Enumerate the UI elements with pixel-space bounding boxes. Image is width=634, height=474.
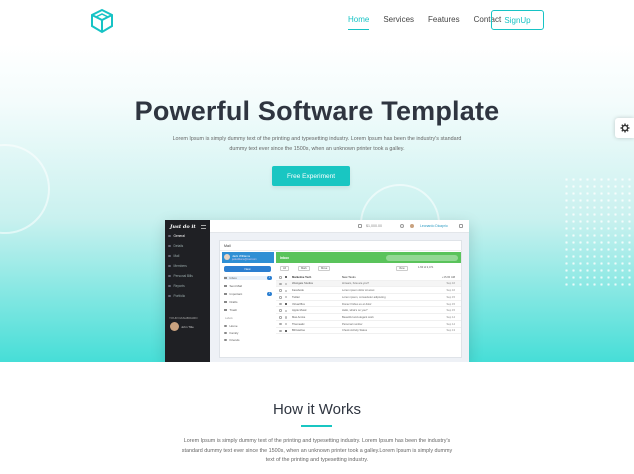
avatar bbox=[170, 322, 179, 331]
mockup-topbar: $1,000.00 Leonardo Dicaprio bbox=[210, 220, 469, 233]
table-row: Westgate Studios Hi team, how are you? Sep… bbox=[276, 280, 461, 288]
how-it-works-text: Lorem Ipsum is simply dummy text of the … bbox=[181, 438, 453, 464]
gear-icon bbox=[620, 123, 629, 133]
nav-services[interactable]: Services bbox=[383, 15, 414, 24]
decor-circle bbox=[0, 144, 50, 234]
nav-features[interactable]: Features bbox=[428, 15, 460, 24]
mockup-pagination: 1-50 of 2,471 bbox=[418, 266, 434, 269]
mockup-toolbar-view: View bbox=[396, 266, 408, 271]
power-icon bbox=[459, 224, 463, 228]
settings-toggle-button[interactable] bbox=[615, 118, 634, 138]
mockup-sidebar-item: Reports bbox=[168, 284, 185, 288]
mockup-sidebar-section: YOUR DASHBOARD bbox=[169, 316, 198, 320]
mockup-sidebar-user: John Title bbox=[181, 325, 194, 329]
avatar bbox=[410, 224, 414, 228]
top-navbar: Home Services Features Contact SignUp bbox=[0, 0, 634, 44]
table-row: Max Amine Beautiful and elegant work Sep 1… bbox=[276, 314, 461, 321]
mockup-mail-window: Mail Jack Williams jackwilliams@mail.com… bbox=[219, 240, 463, 358]
wallet-icon bbox=[358, 224, 362, 228]
mockup-brand: Just do it bbox=[170, 224, 196, 230]
hero-section: Powerful Software Template Lorem Ipsum i… bbox=[0, 44, 634, 362]
mockup-mail-folders: Jack Williams jackwilliams@mail.com New … bbox=[222, 252, 274, 357]
mockup-profile-email: jackwilliams@mail.com bbox=[232, 258, 257, 261]
signup-button[interactable]: SignUp bbox=[491, 10, 544, 30]
nav-home[interactable]: Home bbox=[348, 15, 370, 30]
mockup-profile: Jack Williams jackwilliams@mail.com bbox=[222, 252, 274, 263]
mockup-label: Friends bbox=[224, 338, 272, 342]
mockup-inbox: Inbox All Mark Move View 1-50 of 2,471 M… bbox=[276, 252, 461, 357]
table-row: Twitter Lorem ipsum, consectetur adipisci… bbox=[276, 294, 461, 301]
mockup-user-name: Leonardo Dicaprio bbox=[420, 224, 448, 228]
table-row: Bill Harrise Check Activity Status Sep 13 bbox=[276, 328, 461, 335]
table-row: Apple Music Hello, what's on you? Sep 15 bbox=[276, 307, 461, 315]
mockup-inbox-title: Inbox bbox=[280, 255, 290, 260]
table-row: Marketive Tech New Tasks +15.00 AM bbox=[276, 274, 461, 281]
table-row: Themeatic Personal number Sep 14 bbox=[276, 321, 461, 328]
mockup-labels-title: Labels bbox=[225, 317, 233, 320]
table-row: Virtual Box Donec finibus ex et dolor Sep … bbox=[276, 301, 461, 308]
mockup-folder: Inbox 3 bbox=[224, 276, 272, 280]
mockup-folder: Important 3 bbox=[224, 292, 272, 296]
cube-logo-icon[interactable] bbox=[90, 8, 114, 34]
mockup-mail-table: Marketive Tech New Tasks +15.00 AM Westgat… bbox=[276, 274, 461, 335]
hero-title: Powerful Software Template bbox=[134, 96, 500, 126]
section-underline bbox=[301, 425, 332, 427]
hero-subtitle: Lorem Ipsum is simply dummy text of the … bbox=[172, 136, 462, 152]
mockup-sidebar: Just do it General Details Mail Members … bbox=[165, 220, 210, 362]
hamburger-icon bbox=[201, 225, 206, 229]
table-row: Facebook Lorem ipsum dolor sit amet Sep 16 bbox=[276, 287, 461, 295]
mockup-toolbar-mark: Mark bbox=[298, 266, 310, 271]
mockup-inbox-header: Inbox bbox=[276, 252, 461, 263]
app-screenshot-mockup: Just do it General Details Mail Members … bbox=[165, 220, 469, 362]
mockup-label: Family bbox=[224, 331, 272, 335]
mockup-sidebar-item: Personal Bills bbox=[168, 274, 193, 278]
decor-dot-grid bbox=[563, 176, 634, 286]
mockup-toolbar-all: All bbox=[280, 266, 289, 271]
mockup-sidebar-item: General bbox=[168, 234, 185, 238]
mockup-sidebar-item: Portfolio bbox=[168, 294, 185, 298]
mockup-sidebar-item: Members bbox=[168, 264, 187, 268]
bell-icon bbox=[400, 224, 404, 228]
free-experiment-button[interactable]: Free Experiment bbox=[272, 166, 350, 186]
mockup-balance: $1,000.00 bbox=[366, 224, 382, 228]
mockup-window-title: Mail bbox=[220, 241, 463, 251]
mockup-search-field bbox=[386, 254, 458, 261]
avatar bbox=[224, 254, 230, 260]
mockup-folder: Sent Mail bbox=[224, 284, 272, 288]
mockup-label: Home bbox=[224, 324, 272, 328]
how-it-works-title: How it Works bbox=[272, 401, 362, 418]
mockup-folder: Drafts bbox=[224, 300, 272, 304]
mockup-new-button: New bbox=[224, 266, 271, 272]
mockup-sidebar-item: Details bbox=[168, 244, 183, 248]
mockup-toolbar-move: Move bbox=[318, 266, 331, 271]
mockup-folder: Trash bbox=[224, 308, 272, 312]
mockup-sidebar-item: Mail bbox=[168, 254, 179, 258]
